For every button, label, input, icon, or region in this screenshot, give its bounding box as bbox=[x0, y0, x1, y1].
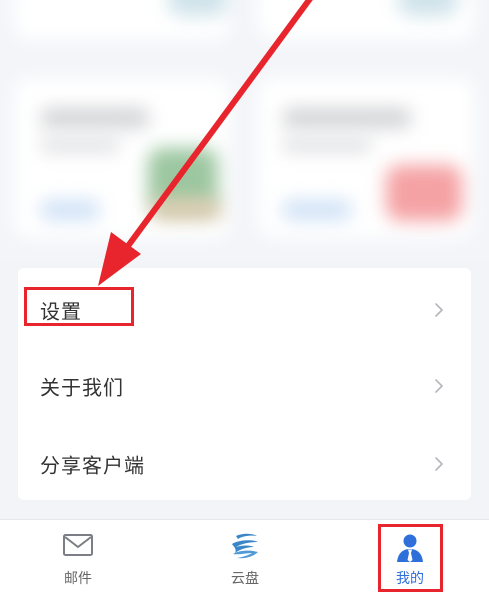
blurred-icon bbox=[398, 0, 458, 16]
blurred-button bbox=[282, 200, 352, 220]
blurred-icon bbox=[168, 0, 228, 16]
blurred-text bbox=[282, 138, 372, 152]
tab-label: 云盘 bbox=[231, 571, 259, 587]
tab-label: 邮件 bbox=[64, 571, 92, 587]
blurred-text bbox=[40, 108, 150, 128]
chevron-right-icon bbox=[435, 379, 443, 393]
menu-item-share-client[interactable]: 分享客户端 bbox=[18, 426, 471, 502]
blurred-image bbox=[386, 165, 462, 221]
blurred-image bbox=[150, 198, 222, 220]
menu-item-about-us[interactable]: 关于我们 bbox=[18, 348, 471, 424]
highlight-box-mine-tab bbox=[378, 524, 443, 592]
tab-mail[interactable]: 邮件 bbox=[18, 520, 138, 597]
chevron-right-icon bbox=[435, 457, 443, 471]
app-screen: 设置 关于我们 分享客户端 邮件 云盘 我的 bbox=[0, 0, 489, 597]
tab-cloud-disk[interactable]: 云盘 bbox=[185, 520, 305, 597]
cloud-disk-icon bbox=[232, 533, 258, 559]
chevron-right-icon bbox=[435, 303, 443, 317]
blurred-content-area bbox=[0, 0, 489, 262]
menu-item-label: 分享客户端 bbox=[40, 453, 145, 478]
mail-icon bbox=[63, 534, 93, 556]
blurred-text bbox=[282, 108, 412, 128]
highlight-box-settings bbox=[24, 287, 134, 326]
menu-item-label: 关于我们 bbox=[40, 375, 124, 400]
blurred-button bbox=[40, 200, 100, 220]
blurred-text bbox=[40, 138, 120, 152]
